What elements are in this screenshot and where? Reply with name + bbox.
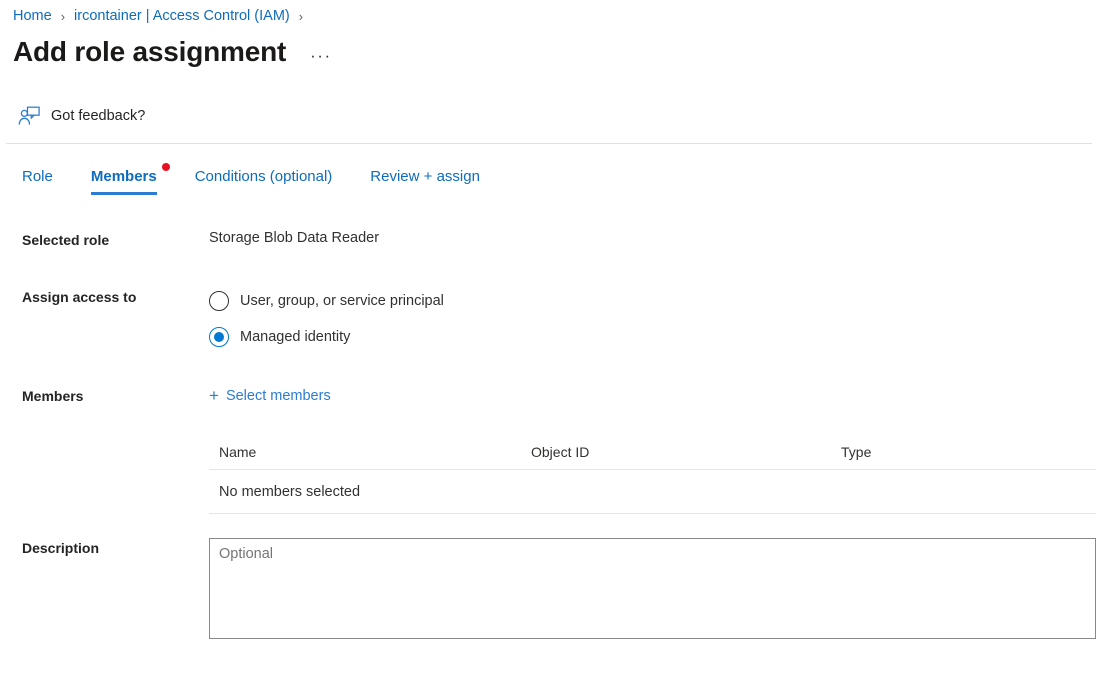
breadcrumb: Home › ircontainer | Access Control (IAM… [0, 0, 1098, 28]
feedback-bar: Got feedback? [0, 96, 1098, 136]
tab-members-badge-icon [162, 163, 170, 171]
description-label: Description [22, 538, 209, 556]
members-content: + Select members Name Object ID Type No … [209, 386, 1098, 514]
members-table-empty-row: No members selected [209, 470, 1096, 513]
description-field-wrap [209, 538, 1098, 643]
tab-conditions-label: Conditions (optional) [195, 168, 333, 185]
column-header-type[interactable]: Type [841, 444, 1096, 460]
tab-role-label: Role [22, 168, 53, 185]
radio-user-group-service-principal[interactable]: User, group, or service principal [209, 287, 1098, 315]
more-options-button[interactable]: ··· [310, 46, 331, 66]
select-members-button[interactable]: + Select members [209, 387, 331, 404]
tab-conditions[interactable]: Conditions (optional) [195, 168, 333, 195]
description-row: Description [22, 538, 1098, 643]
breadcrumb-chevron-icon-2: › [299, 10, 303, 23]
column-header-object-id[interactable]: Object ID [531, 444, 841, 460]
tab-review-assign[interactable]: Review + assign [370, 168, 480, 195]
tab-review-assign-label: Review + assign [370, 168, 480, 185]
breadcrumb-chevron-icon: › [61, 10, 65, 23]
title-row: Add role assignment ··· [0, 32, 1098, 72]
tab-members[interactable]: Members [91, 168, 157, 195]
assign-access-to-radiogroup: User, group, or service principal Manage… [209, 287, 1098, 351]
breadcrumb-item-ircontainer-iam[interactable]: ircontainer | Access Control (IAM) [74, 8, 290, 24]
header-divider [6, 143, 1092, 144]
got-feedback-button[interactable]: Got feedback? [18, 106, 145, 126]
selected-role-row: Selected role Storage Blob Data Reader [22, 230, 1098, 248]
selected-role-value: Storage Blob Data Reader [209, 230, 1098, 246]
got-feedback-label: Got feedback? [51, 108, 145, 124]
members-form: Selected role Storage Blob Data Reader A… [0, 230, 1098, 643]
radio-managed-identity-label: Managed identity [240, 329, 350, 345]
members-table: Name Object ID Type No members selected [209, 444, 1096, 514]
members-table-bottom-divider [209, 513, 1096, 514]
plus-icon: + [209, 387, 219, 404]
description-textarea[interactable] [209, 538, 1096, 639]
selected-role-label: Selected role [22, 230, 209, 248]
radio-user-group-service-principal-label: User, group, or service principal [240, 293, 444, 309]
column-header-name[interactable]: Name [219, 444, 531, 460]
tab-role[interactable]: Role [22, 168, 53, 195]
assign-access-to-row: Assign access to User, group, or service… [22, 287, 1098, 351]
radio-icon-unselected [209, 291, 229, 311]
wizard-tabs: Role Members Conditions (optional) Revie… [0, 168, 1098, 204]
page-title: Add role assignment [13, 35, 286, 69]
members-row: Members + Select members Name Object ID … [22, 386, 1098, 514]
select-members-label: Select members [226, 388, 331, 404]
members-label: Members [22, 386, 209, 404]
assign-access-to-label: Assign access to [22, 287, 209, 305]
radio-icon-selected [209, 327, 229, 347]
feedback-person-icon [18, 106, 51, 126]
tab-members-label: Members [91, 168, 157, 185]
radio-managed-identity[interactable]: Managed identity [209, 323, 1098, 351]
breadcrumb-item-home[interactable]: Home [13, 8, 52, 24]
members-table-header: Name Object ID Type [209, 444, 1096, 469]
